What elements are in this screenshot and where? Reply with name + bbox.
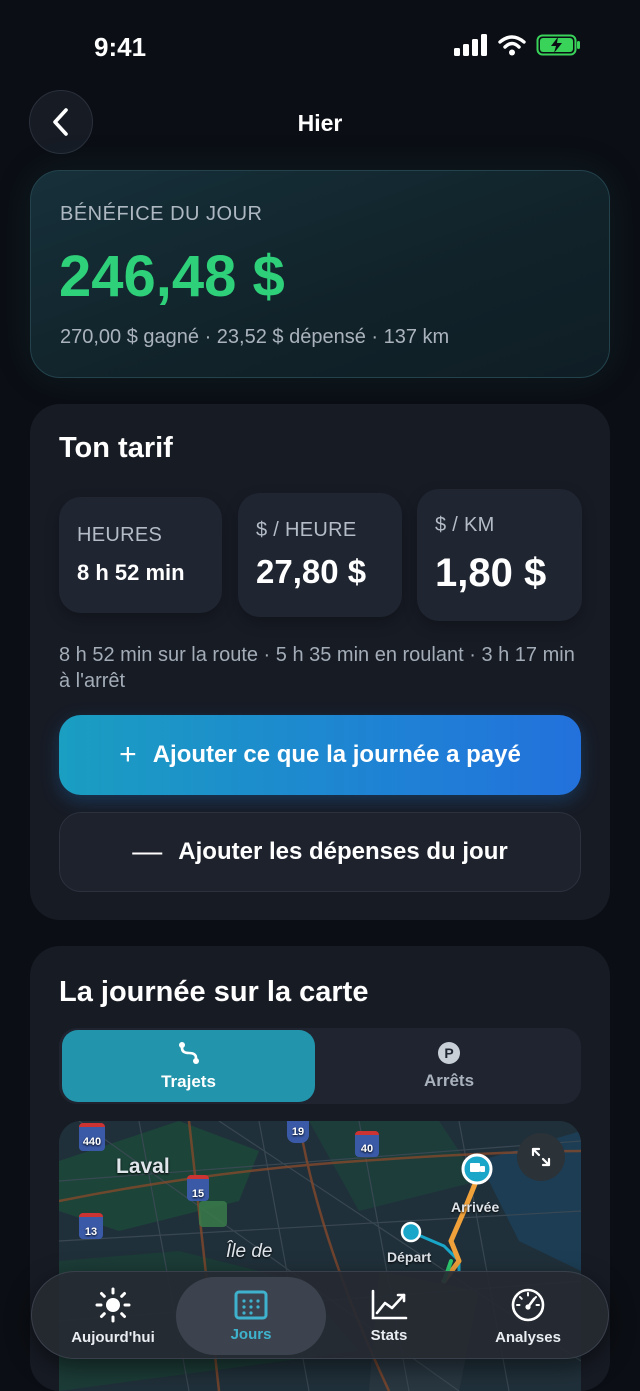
profit-breakdown: 270,00 $ gagné · 23,52 $ dépensé · 137 k… [60,326,450,348]
profit-label: BÉNÉFICE DU JOUR [60,203,263,225]
nav-bar: Hier [0,88,640,158]
per-hour-value: 27,80 $ [256,553,367,590]
add-day-expenses-label: Ajouter les dépenses du jour [178,838,508,865]
per-hour-label: $ / HEURE [256,519,357,541]
highway-shield-15: 15 [187,1175,209,1201]
bottom-tab-bar: Aujourd'hui Jours Stats Analyses [31,1271,609,1359]
battery-charging-icon [536,34,580,56]
status-bar: 9:41 [0,0,640,90]
tab-analytics[interactable]: Analyses [453,1277,603,1355]
svg-text:P: P [444,1045,453,1061]
rate-card: Ton tarif HEURES 8 h 52 min $ / HEURE 27… [30,404,610,920]
status-icons [454,34,582,56]
tab-today-label: Aujourd'hui [71,1328,155,1346]
add-day-payment-label: Ajouter ce que la journée a payé [152,741,521,768]
hours-tile: HEURES 8 h 52 min [59,497,222,613]
minus-icon: — [132,835,163,868]
add-day-payment-button[interactable]: + Ajouter ce que la journée a payé [59,715,581,795]
cellular-signal-icon [454,34,487,56]
tab-today[interactable]: Aujourd'hui [38,1277,188,1355]
expand-icon [531,1147,551,1167]
map-label-island: Île de [226,1241,273,1262]
highway-shield-19: 19 [287,1121,309,1143]
hours-value: 8 h 52 min [77,560,185,585]
per-km-value: 1,80 $ [435,551,547,595]
profit-value: 246,48 $ [59,244,285,309]
per-km-tile: $ / KM 1,80 $ [417,489,582,621]
gauge-icon [511,1288,545,1321]
tab-stats-label: Stats [370,1326,408,1344]
map-card-title: La journée sur la carte [59,976,369,1008]
rate-card-title: Ton tarif [59,432,173,464]
highway-shield-13: 13 [79,1213,103,1239]
tab-stops-label: Arrêts [423,1071,475,1090]
tab-trips[interactable]: Trajets [62,1030,315,1102]
per-hour-tile: $ / HEURE 27,80 $ [238,493,402,617]
tab-stops[interactable]: P Arrêts [320,1030,578,1102]
time-breakdown-note: 8 h 52 min sur la route · 5 h 35 min en … [59,644,575,692]
tab-trips-label: Trajets [161,1072,216,1091]
tab-days-label: Jours [230,1325,272,1343]
expand-map-button[interactable] [517,1133,565,1181]
tab-stats[interactable]: Stats [314,1277,464,1355]
profit-summary-card: BÉNÉFICE DU JOUR 246,48 $ 270,00 $ gagné… [30,170,610,378]
calendar-icon [234,1290,268,1319]
add-day-expenses-button[interactable]: — Ajouter les dépenses du jour [59,812,581,892]
route-icon [178,1042,199,1064]
sun-icon [95,1287,131,1322]
highway-shield-440: 440 [79,1123,105,1151]
tab-analytics-label: Analyses [495,1328,561,1346]
wifi-icon [498,35,526,56]
map-label-departure: Départ [387,1249,432,1265]
highway-shield-40: 40 [355,1131,379,1157]
tab-days[interactable]: Jours [176,1277,326,1355]
map-label-laval: Laval [116,1155,170,1178]
chart-line-icon [371,1289,408,1319]
per-km-label: $ / KM [435,514,495,536]
status-time: 9:41 [94,32,147,62]
map-view-segmented-control: Trajets P Arrêts [59,1028,581,1104]
parking-icon: P [438,1042,460,1064]
page-title: Hier [297,110,343,136]
hours-label: HEURES [77,524,163,546]
plus-icon: + [119,738,137,771]
map-label-arrival: Arrivée [451,1199,500,1215]
